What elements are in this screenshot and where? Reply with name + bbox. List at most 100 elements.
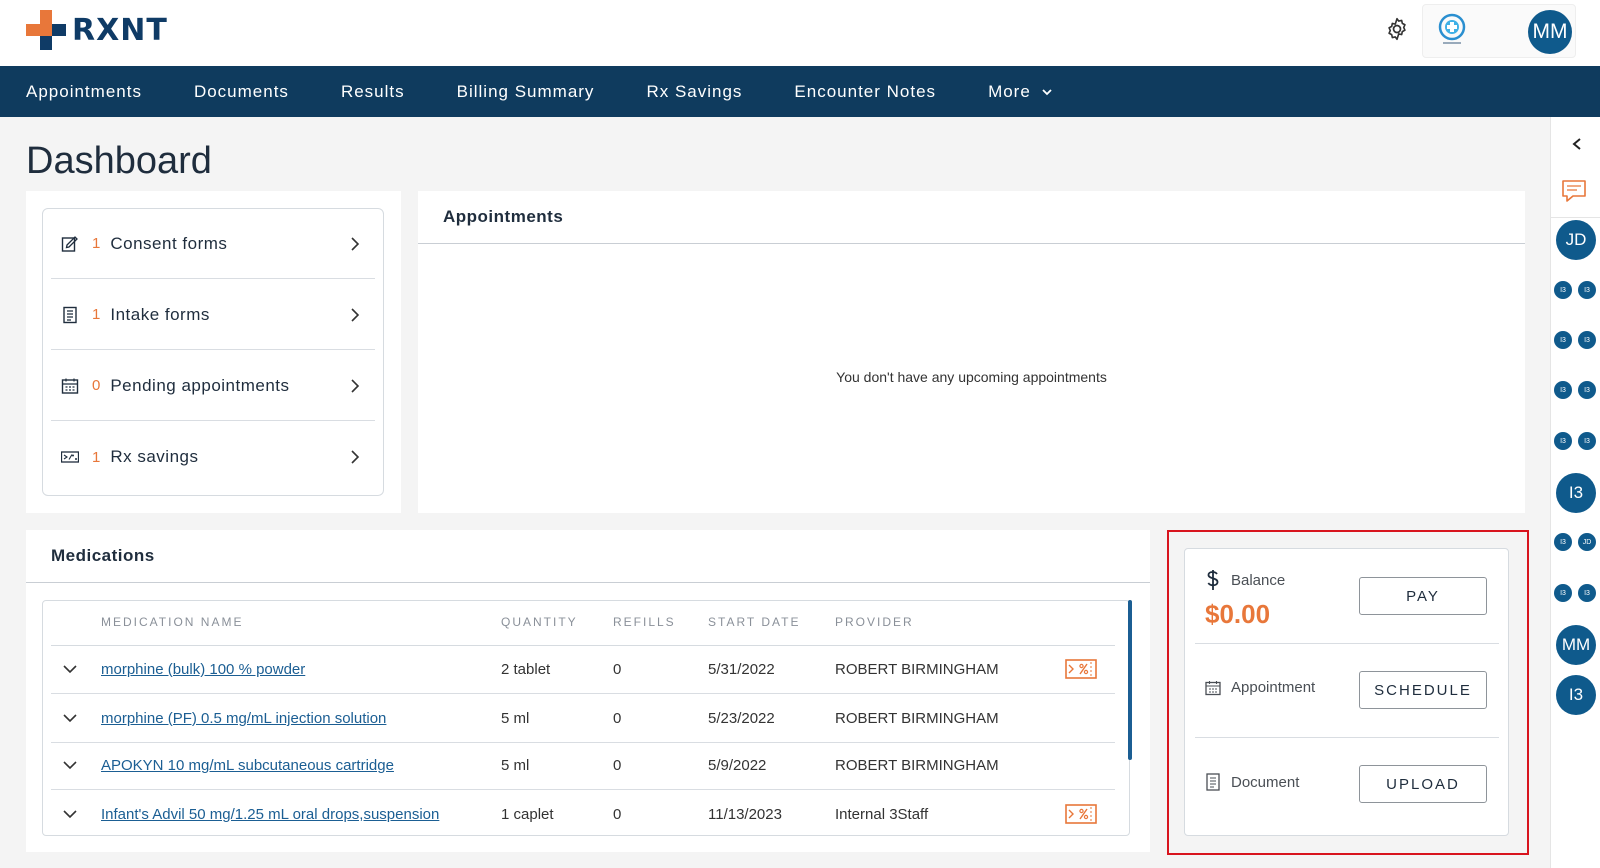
divider <box>1195 643 1499 644</box>
task-rx-savings[interactable]: 1 Rx savings <box>51 422 375 492</box>
chevron-down-icon[interactable] <box>63 760 77 770</box>
chevron-right-icon <box>351 307 360 322</box>
nav-encounter-notes[interactable]: Encounter Notes <box>794 82 936 102</box>
practice-logo-icon <box>1438 13 1466 44</box>
divider <box>1551 217 1600 218</box>
chat-avatar-small[interactable]: I3 <box>1578 432 1596 450</box>
chat-avatar-small[interactable]: I3 <box>1554 584 1572 602</box>
chevron-down-icon[interactable] <box>63 809 77 819</box>
schedule-button[interactable]: SCHEDULE <box>1359 671 1487 709</box>
medication-quantity: 5 ml <box>501 710 530 727</box>
col-start-date[interactable]: START DATE <box>708 615 800 629</box>
medication-provider: ROBERT BIRMINGHAM <box>835 710 999 727</box>
medication-quantity: 2 tablet <box>501 661 551 678</box>
chat-avatar[interactable]: I3 <box>1556 473 1596 513</box>
medication-refills: 0 <box>613 757 622 774</box>
document-label-row: Document <box>1205 773 1299 791</box>
chat-avatar-small[interactable]: I3 <box>1578 281 1596 299</box>
calendar-icon <box>61 378 79 394</box>
medication-name-link[interactable]: morphine (bulk) 100 % powder <box>101 661 305 678</box>
col-provider[interactable]: PROVIDER <box>835 615 914 629</box>
pay-button[interactable]: PAY <box>1359 577 1487 615</box>
medication-start-date: 11/13/2023 <box>708 806 782 823</box>
chevron-right-icon <box>351 236 360 251</box>
task-consent-forms[interactable]: 1 Consent forms <box>51 209 375 279</box>
medication-quantity: 5 ml <box>501 757 530 774</box>
rx-savings-coupon-icon[interactable] <box>1065 804 1097 824</box>
profile-menu[interactable]: MM <box>1422 4 1576 58</box>
divider <box>1195 737 1499 738</box>
medication-refills: 0 <box>613 710 622 727</box>
medication-start-date: 5/31/2022 <box>708 661 775 678</box>
medications-title: Medications <box>51 546 155 565</box>
nav-rx-savings[interactable]: Rx Savings <box>646 82 742 102</box>
chat-avatar-small[interactable]: I3 <box>1554 331 1572 349</box>
tasks-card: 1 Consent forms 1 Intake forms 0 Pending <box>26 191 401 513</box>
chat-avatar[interactable]: MM <box>1556 625 1596 665</box>
chat-avatar-small[interactable]: I3 <box>1554 281 1572 299</box>
quick-actions-card: Balance $0.00 PAY Appointment SCHEDULE D… <box>1184 548 1509 836</box>
table-scrollbar[interactable] <box>1128 600 1132 760</box>
chevron-left-icon[interactable] <box>1571 137 1583 151</box>
medications-card: Medications MEDICATION NAME QUANTITY REF… <box>26 530 1150 852</box>
chat-avatar-small[interactable]: I3 <box>1554 381 1572 399</box>
task-label: Pending appointments <box>110 375 290 395</box>
calendar-icon <box>1205 680 1221 695</box>
nav-billing-summary[interactable]: Billing Summary <box>457 82 595 102</box>
chat-avatar-small[interactable]: I3 <box>1554 432 1572 450</box>
main-nav: Appointments Documents Results Billing S… <box>0 66 1600 117</box>
table-row: Infant's Advil 50 mg/1.25 mL oral drops,… <box>51 791 1115 835</box>
chat-avatar-small[interactable]: I3 <box>1578 331 1596 349</box>
chevron-down-icon[interactable] <box>63 713 77 723</box>
medication-provider: Internal 3Staff <box>835 806 929 823</box>
user-avatar[interactable]: MM <box>1528 10 1572 54</box>
task-pending-appointments[interactable]: 0 Pending appointments <box>51 351 375 421</box>
divider <box>26 582 1150 583</box>
medications-table: MEDICATION NAME QUANTITY REFILLS START D… <box>42 600 1130 836</box>
medication-name-link[interactable]: Infant's Advil 50 mg/1.25 mL oral drops,… <box>101 806 439 823</box>
rxnt-cross-icon <box>26 10 66 50</box>
chat-avatar-small[interactable]: JD <box>1578 533 1596 551</box>
document-label: Document <box>1231 773 1300 791</box>
nav-documents[interactable]: Documents <box>194 82 289 102</box>
chat-avatar-small[interactable]: I3 <box>1578 381 1596 399</box>
balance-label: Balance <box>1231 571 1286 589</box>
chat-avatar[interactable]: JD <box>1556 220 1596 260</box>
task-label: Intake forms <box>110 304 210 324</box>
top-bar: RXNT MM <box>0 0 1600 66</box>
medication-refills: 0 <box>613 806 622 823</box>
rxnt-logo[interactable]: RXNT <box>26 10 168 50</box>
upload-button[interactable]: UPLOAD <box>1359 765 1487 803</box>
chevron-down-icon <box>1042 88 1052 95</box>
task-count: 0 <box>92 377 101 394</box>
gear-icon[interactable] <box>1384 16 1410 42</box>
task-intake-forms[interactable]: 1 Intake forms <box>51 280 375 350</box>
consent-form-icon <box>61 235 78 252</box>
col-medication-name[interactable]: MEDICATION NAME <box>101 615 243 629</box>
rx-savings-coupon-icon[interactable] <box>1065 659 1097 679</box>
nav-more-label: More <box>988 81 1031 101</box>
chat-avatar-small[interactable]: I3 <box>1554 533 1572 551</box>
appointments-card: Appointments You don't have any upcoming… <box>418 191 1525 513</box>
rx-coupon-icon <box>61 451 79 463</box>
medication-start-date: 5/23/2022 <box>708 710 775 727</box>
chevron-right-icon <box>351 378 360 393</box>
chat-avatar-small[interactable]: I3 <box>1578 584 1596 602</box>
divider <box>418 243 1525 244</box>
medication-name-link[interactable]: APOKYN 10 mg/mL subcutaneous cartridge <box>101 757 394 774</box>
task-label: Rx savings <box>110 447 199 466</box>
logo-text: RXNT <box>72 12 168 48</box>
col-quantity[interactable]: QUANTITY <box>501 615 578 629</box>
nav-appointments[interactable]: Appointments <box>26 82 142 102</box>
nav-results[interactable]: Results <box>341 82 405 102</box>
chevron-down-icon[interactable] <box>63 664 77 674</box>
col-refills[interactable]: REFILLS <box>613 615 676 629</box>
medication-provider: ROBERT BIRMINGHAM <box>835 757 999 774</box>
nav-more[interactable]: More <box>988 82 1053 102</box>
chat-icon[interactable] <box>1559 177 1591 207</box>
intake-form-icon <box>63 306 77 323</box>
chat-avatar[interactable]: I3 <box>1556 675 1596 715</box>
table-row: APOKYN 10 mg/mL subcutaneous cartridge 5… <box>51 742 1115 790</box>
task-count: 1 <box>92 235 101 252</box>
medication-name-link[interactable]: morphine (PF) 0.5 mg/mL injection soluti… <box>101 710 386 727</box>
